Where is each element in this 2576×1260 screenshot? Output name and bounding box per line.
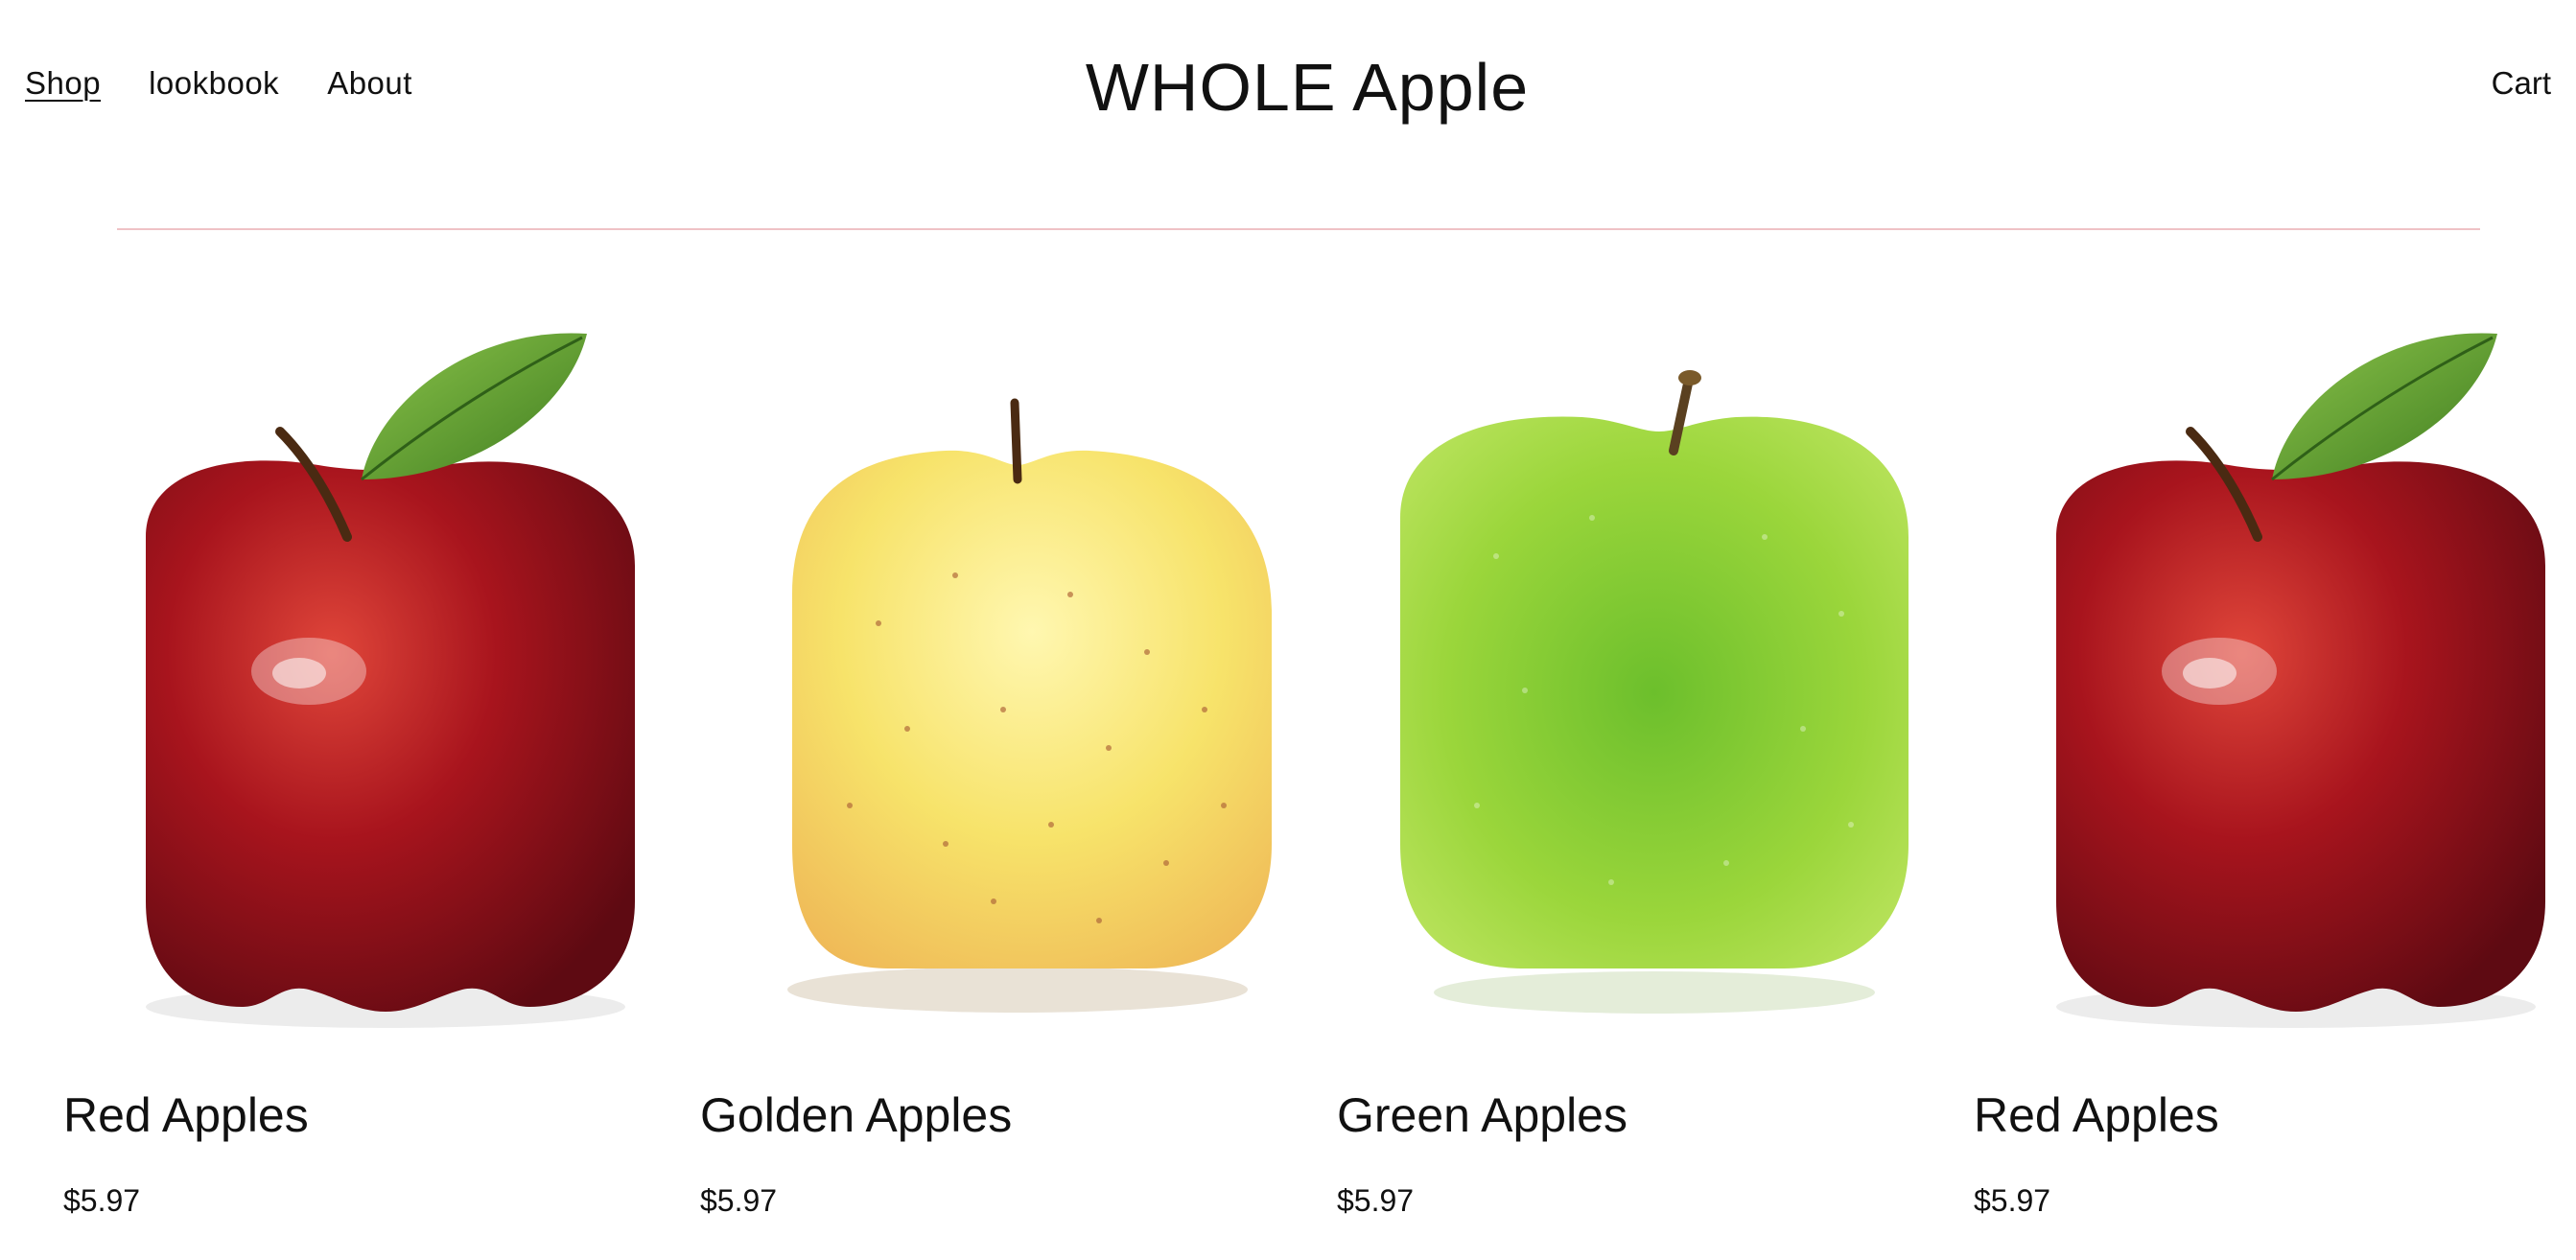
product-card[interactable]: Red Apples $5.97: [63, 307, 639, 1260]
product-price: $5.97: [1337, 1183, 1415, 1218]
product-image-red-apple[interactable]: [2037, 307, 2545, 1045]
red-apple-icon: [146, 333, 635, 1028]
nav-shop-link[interactable]: Shop: [25, 67, 101, 99]
product-image-green-apple[interactable]: [1400, 307, 1909, 1045]
product-name[interactable]: Golden Apples: [700, 1091, 1012, 1139]
product-name[interactable]: Red Apples: [1974, 1091, 2219, 1139]
nav-lookbook-link[interactable]: lookbook: [149, 67, 279, 99]
cart-link[interactable]: Cart: [2492, 67, 2551, 99]
product-price: $5.97: [1974, 1183, 2051, 1218]
storefront-page: Shop lookbook About WHOLE Apple Cart Red…: [0, 0, 2576, 1260]
product-card[interactable]: Green Apples $5.97: [1337, 307, 1912, 1260]
product-card[interactable]: Golden Apples $5.97: [700, 307, 1276, 1260]
red-apple-icon: [2056, 333, 2545, 1028]
green-apple-icon: [1400, 370, 1909, 1014]
product-image-golden-apple[interactable]: [763, 307, 1272, 1045]
product-grid: Red Apples $5.97 Golden Apples $5.97 Gre…: [63, 307, 2576, 1260]
product-name[interactable]: Red Apples: [63, 1091, 309, 1139]
product-name[interactable]: Green Apples: [1337, 1091, 1628, 1139]
main-nav: Shop lookbook About: [25, 67, 412, 99]
product-price: $5.97: [63, 1183, 141, 1218]
golden-apple-icon: [787, 398, 1272, 1013]
nav-about-link[interactable]: About: [327, 67, 412, 99]
header-divider: [117, 228, 2480, 230]
product-card[interactable]: Red Apples $5.97: [1974, 307, 2549, 1260]
product-image-red-apple[interactable]: [127, 307, 635, 1045]
product-price: $5.97: [700, 1183, 778, 1218]
site-title[interactable]: WHOLE Apple: [1086, 50, 1529, 125]
